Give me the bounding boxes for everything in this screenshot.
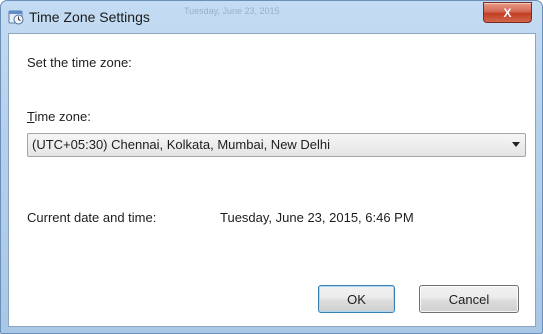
time-zone-label: Time zone:	[27, 109, 91, 124]
time-zone-settings-icon	[7, 8, 25, 26]
ok-button[interactable]: OK	[318, 285, 395, 313]
current-date-time-value: Tuesday, June 23, 2015, 6:46 PM	[220, 210, 414, 225]
close-icon: X	[503, 5, 512, 20]
current-date-time-label: Current date and time:	[27, 210, 157, 225]
window-title: Time Zone Settings	[29, 9, 150, 25]
title-bar[interactable]: Time Zone Settings Tuesday, June 23, 201…	[1, 1, 542, 33]
heading-set-time-zone: Set the time zone:	[27, 55, 132, 70]
cancel-button[interactable]: Cancel	[419, 285, 519, 313]
time-zone-label-text: ime zone:	[34, 109, 91, 124]
dialog-body: Set the time zone: Time zone: (UTC+05:30…	[8, 33, 536, 327]
time-zone-settings-dialog: Time Zone Settings Tuesday, June 23, 201…	[0, 0, 543, 334]
time-zone-dropdown[interactable]: (UTC+05:30) Chennai, Kolkata, Mumbai, Ne…	[27, 133, 526, 157]
time-zone-selected-value: (UTC+05:30) Chennai, Kolkata, Mumbai, Ne…	[32, 137, 331, 152]
close-button[interactable]: X	[483, 2, 532, 23]
background-window-title: Tuesday, June 23, 2015	[184, 6, 280, 16]
chevron-down-icon[interactable]	[512, 142, 520, 147]
